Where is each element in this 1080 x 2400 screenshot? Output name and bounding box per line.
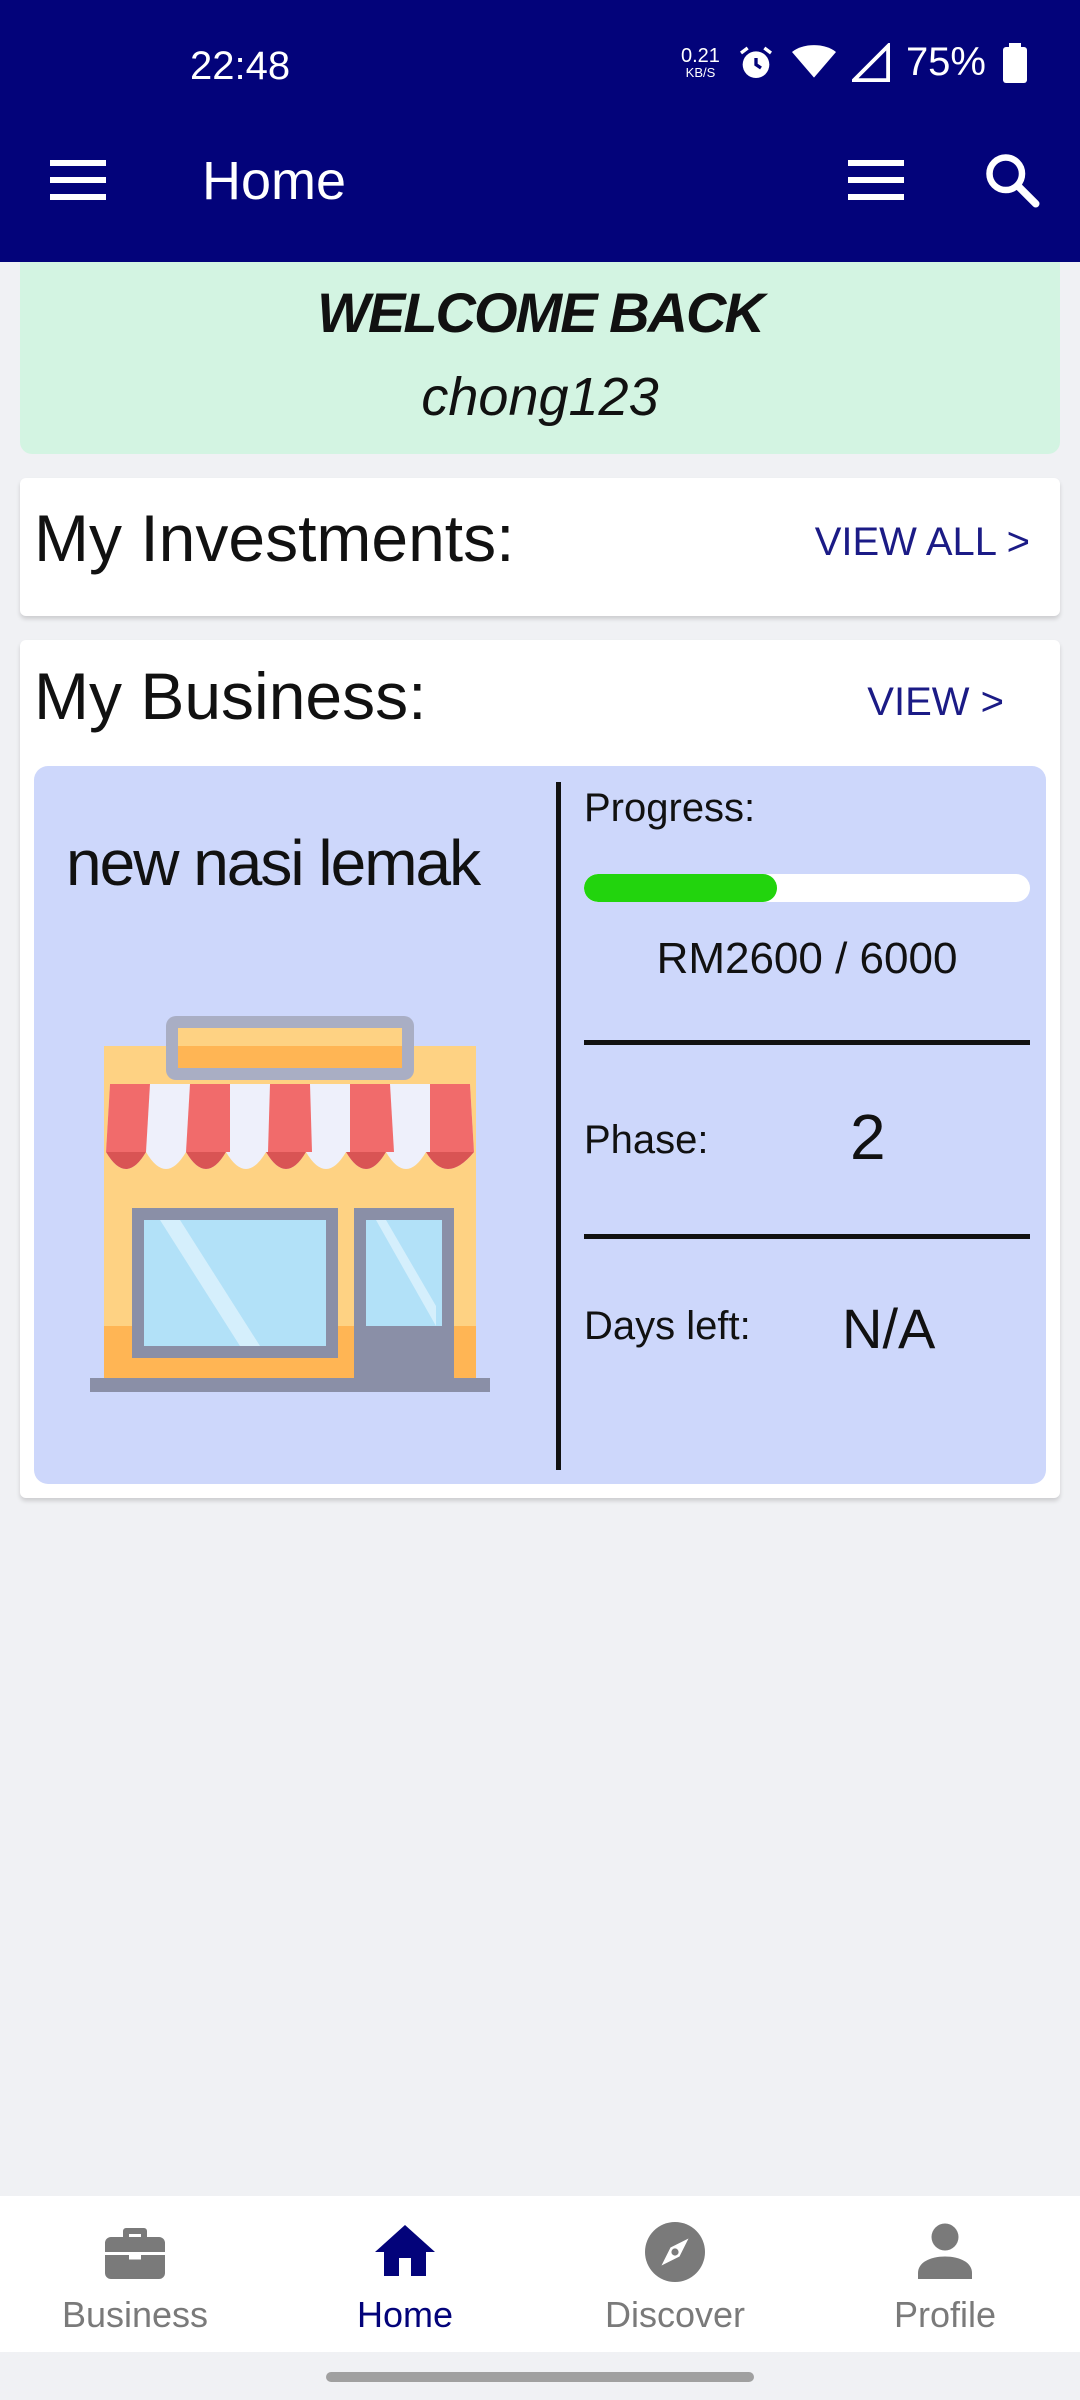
nav-home[interactable]: Home [270, 2196, 540, 2352]
home-icon [375, 2225, 435, 2276]
divider [584, 1040, 1030, 1045]
person-icon [918, 2223, 972, 2279]
net-speed-unit: KB/S [685, 65, 716, 80]
briefcase-icon [105, 2228, 165, 2279]
days-left-value: N/A [842, 1297, 936, 1360]
progress-fill [584, 874, 778, 902]
search-icon[interactable] [982, 150, 1042, 210]
vertical-divider [556, 782, 561, 1470]
menu-icon[interactable] [50, 160, 106, 200]
net-speed-value: 0.21 [681, 45, 720, 67]
menu-icon[interactable] [848, 160, 904, 200]
view-all-investments-link[interactable]: VIEW ALL > [815, 520, 1030, 565]
business-card: My Business: VIEW > new nasi lemak Progr… [20, 640, 1060, 1498]
investments-heading: My Investments: [34, 501, 515, 575]
divider [584, 1234, 1030, 1239]
nav-label: Home [356, 2294, 454, 2335]
investments-card: My Investments: VIEW ALL > [20, 478, 1060, 616]
username: chong123 [421, 367, 659, 427]
nav-label: Profile [893, 2294, 997, 2335]
battery-icon [1003, 42, 1027, 83]
gesture-bar[interactable] [326, 2372, 754, 2382]
welcome-banner: WELCOME BACK chong123 [20, 262, 1060, 454]
app-bar: 22:48 0.21 KB/S 75% Home [0, 0, 1080, 262]
welcome-title: WELCOME BACK [317, 281, 765, 344]
status-time: 22:48 [190, 44, 291, 88]
alarm-icon [739, 46, 772, 78]
status-icons: 0.21 KB/S 75% [681, 40, 1028, 85]
shop-icon [90, 1016, 490, 1392]
nav-label: Discover [604, 2294, 746, 2335]
cell-signal-icon [851, 42, 890, 82]
net-speed: 0.21 KB/S [681, 46, 720, 79]
wifi-icon [791, 44, 836, 78]
view-business-link[interactable]: VIEW > [867, 680, 1004, 725]
phase-label: Phase: [584, 1118, 709, 1162]
nav-profile[interactable]: Profile [810, 2196, 1080, 2352]
days-left-label: Days left: [584, 1304, 751, 1348]
nav-label: Business [61, 2294, 209, 2335]
progress-bar [584, 874, 1030, 902]
progress-amount: RM2600 / 6000 [656, 934, 958, 983]
business-item[interactable]: new nasi lemak Progress: RM2600 / 6000 P… [34, 766, 1046, 1484]
compass-icon [645, 2222, 705, 2282]
phase-value: 2 [850, 1101, 886, 1173]
nav-business[interactable]: Business [0, 2196, 270, 2352]
business-heading: My Business: [34, 659, 427, 733]
bottom-nav: Business Home Discover Profile [0, 2196, 1080, 2352]
nav-discover[interactable]: Discover [540, 2196, 810, 2352]
progress-label: Progress: [584, 786, 756, 830]
battery-percent: 75% [905, 40, 986, 84]
page-title: Home [202, 151, 347, 211]
business-name: new nasi lemak [66, 827, 481, 899]
